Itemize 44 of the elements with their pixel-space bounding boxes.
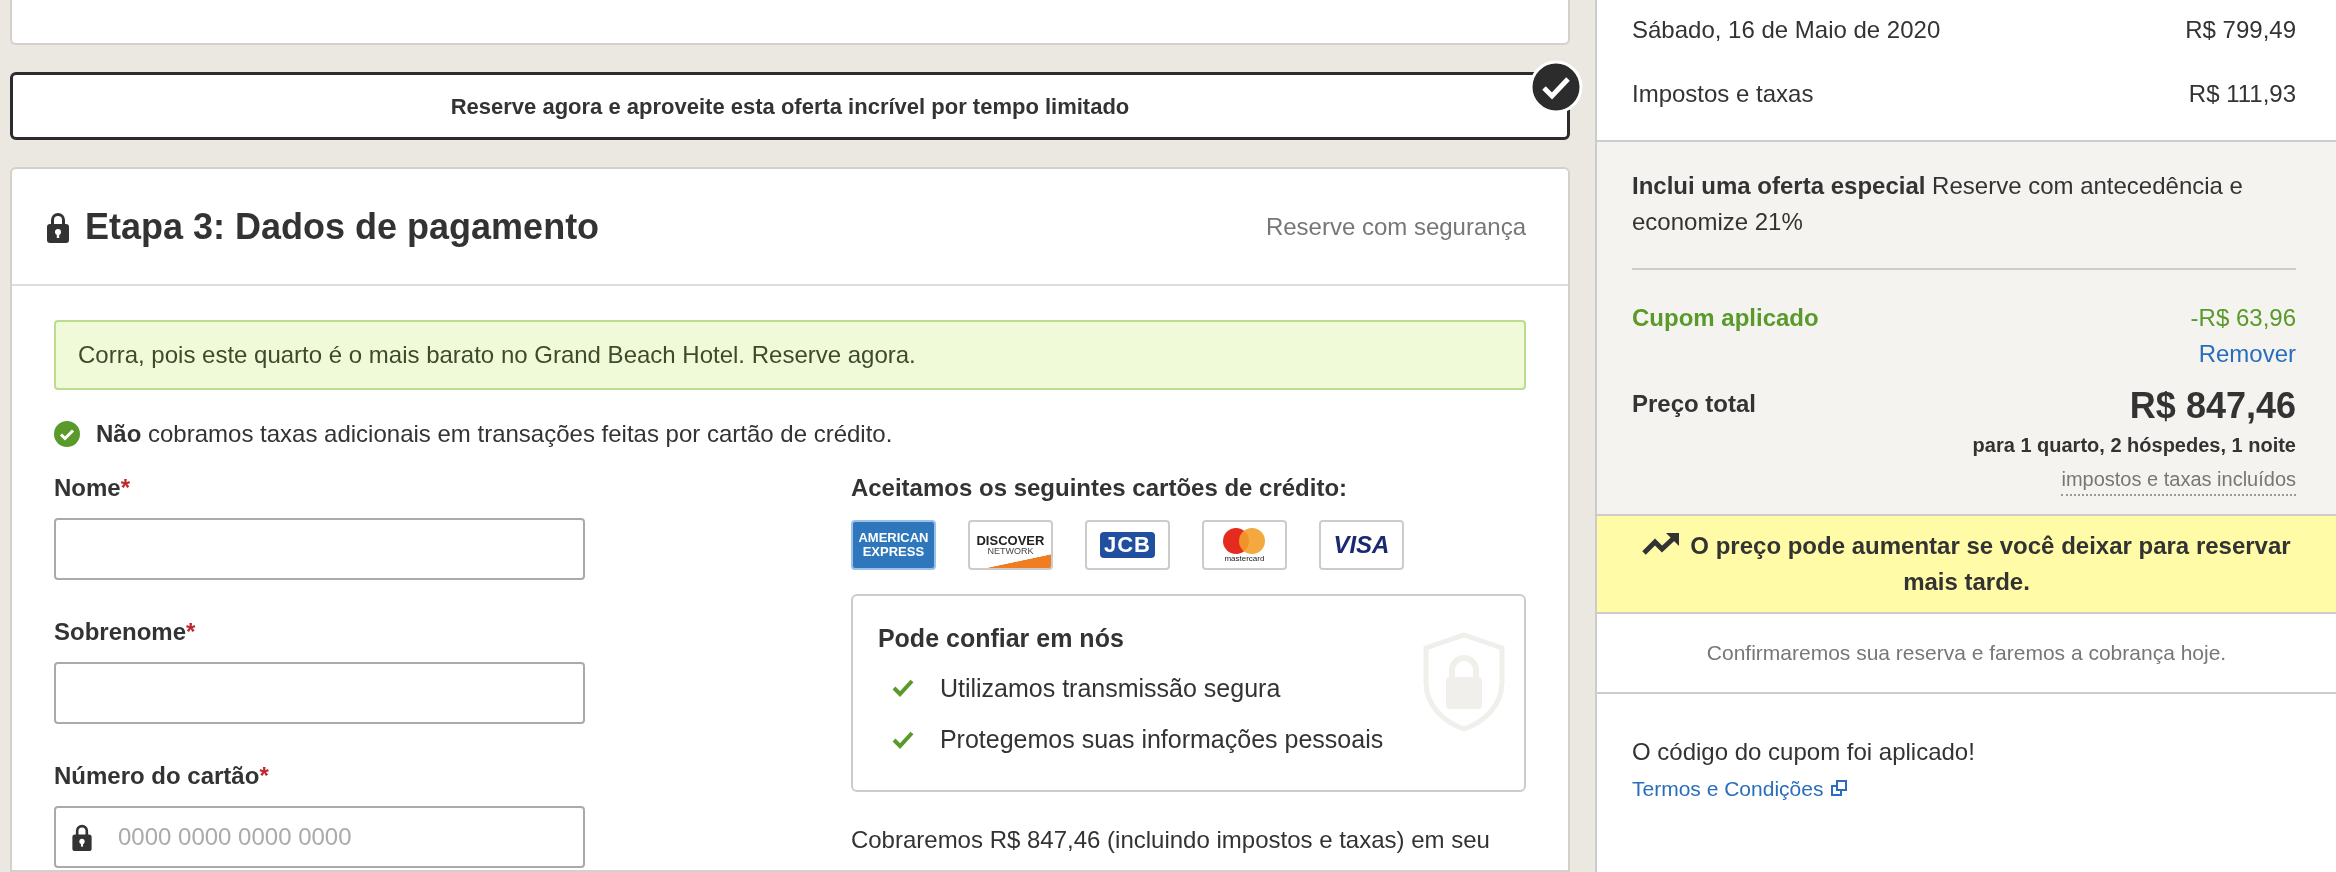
offer-text: Reserve agora e aproveite esta oferta incrível por tempo limitado bbox=[450, 92, 1130, 121]
check-icon bbox=[891, 730, 914, 749]
secure-label: Reserve com segurança bbox=[1265, 211, 1526, 242]
lock-icon bbox=[72, 823, 92, 851]
price-amount: R$ 799,49 bbox=[2185, 15, 2296, 45]
notice-text: Não cobramos taxas adicionais em transações feitas por cartão de crédito. bbox=[96, 419, 893, 449]
trend-up-icon bbox=[1642, 531, 1681, 556]
total-label: Preço total bbox=[1632, 389, 1757, 419]
discover-logo: DISCOVER NETWORK bbox=[967, 520, 1053, 570]
field-label: Nome* bbox=[54, 473, 131, 503]
check-icon bbox=[891, 679, 914, 698]
alert-message: Corra, pois este quarto é o mais barato no Grand Beach Hotel. Reserve agora. bbox=[54, 320, 1526, 390]
visa-logo: VISA bbox=[1318, 520, 1404, 570]
card-number-field[interactable]: 0000 0000 0000 0000 bbox=[54, 806, 585, 868]
input-field[interactable] bbox=[54, 662, 585, 724]
price-label: Sábado, 16 de Maio de 2020 bbox=[1632, 15, 1941, 45]
price-label: Impostos e taxas bbox=[1632, 79, 1814, 109]
charge-text: Cobraremos R$ 847,46 (incluindo impostos e taxas) em seu bbox=[850, 825, 1490, 855]
lock-icon bbox=[47, 210, 69, 243]
price-amount: R$ 111,93 bbox=[2188, 79, 2296, 109]
amex-logo: AMERICAN EXPRESS bbox=[850, 520, 936, 570]
mastercard-logo: mastercard bbox=[1201, 520, 1287, 570]
total-amount: R$ 847,46 bbox=[2129, 386, 2296, 426]
coupon-label: Cupom aplicado bbox=[1632, 303, 1819, 333]
remove-link[interactable]: Remover bbox=[2198, 336, 2296, 372]
cards-heading: Aceitamos os seguintes cartões de crédito: bbox=[850, 473, 1348, 503]
jcb-logo: JCB bbox=[1084, 520, 1170, 570]
special-offer-text: Inclui uma oferta especial Reserve com antecedência e economize 21% bbox=[1632, 171, 2244, 237]
terms-link[interactable]: Termos e Condições bbox=[1632, 772, 1848, 805]
coupon-amount: -R$ 63,96 bbox=[2190, 303, 2296, 333]
trust-title: Pode confiar em nós bbox=[877, 623, 1124, 654]
confirmation-text: Confirmaremos sua reserva e faremos a cobrança hoje. bbox=[1706, 639, 2227, 666]
booking-details: para 1 quarto, 2 hóspedes, 1 noite bbox=[1972, 432, 2296, 458]
trust-item: Utilizamos transmissão segura bbox=[939, 672, 1281, 704]
coupon-message: O código do cupom foi aplicado! bbox=[1632, 736, 1976, 767]
warning-text: O preço pode aumentar se você deixar para reservar mais tarde. bbox=[1690, 531, 2291, 595]
check-circle-icon bbox=[54, 421, 80, 447]
section-title: Etapa 3: Dados de pagamento bbox=[85, 204, 600, 249]
external-link-icon bbox=[1831, 780, 1848, 797]
taxes-note[interactable]: impostos e taxas incluídos bbox=[2061, 463, 2296, 496]
trust-item: Protegemos suas informações pessoais bbox=[939, 724, 1384, 755]
field-label: Número do cartão* bbox=[54, 761, 269, 791]
input-field[interactable] bbox=[54, 518, 585, 580]
field-label: Sobrenome* bbox=[54, 617, 196, 647]
